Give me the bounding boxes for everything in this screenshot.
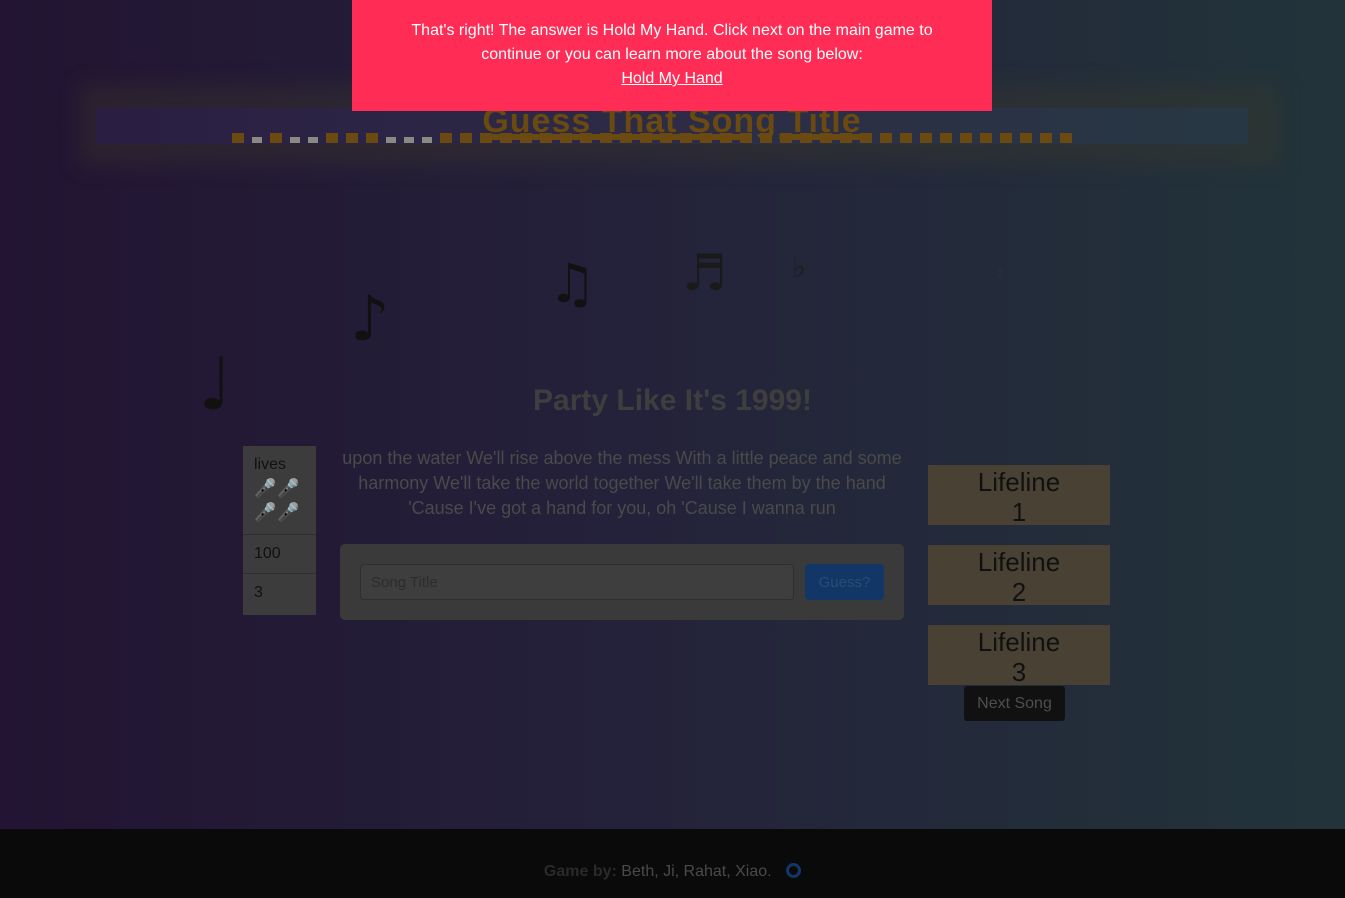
stats-panel: lives 🎤🎤🎤🎤 100 3 (243, 446, 316, 615)
correct-answer-toast: That's right! The answer is Hold My Hand… (352, 0, 992, 111)
lifeline-label: Lifeline (977, 627, 1061, 657)
microphone-icon: 🎤🎤🎤🎤 (254, 478, 301, 522)
footer-by-label: Game by: (543, 863, 617, 880)
sixteenth-notes-icon: ♬ (682, 244, 727, 302)
lifeline-3-button[interactable]: Lifeline 3 (928, 625, 1110, 687)
header-lights (232, 133, 1112, 145)
lifeline-label: Lifeline (977, 547, 1061, 577)
natural-icon: ♮ (996, 262, 1004, 287)
lives-label: lives (254, 456, 287, 473)
guess-form: Guess? (340, 544, 904, 620)
beamed-notes-icon: ♫ (548, 252, 597, 315)
footer: Game by: Beth, Ji, Rahat, Xiao. (0, 829, 1345, 898)
toast-message: That's right! The answer is Hold My Hand… (411, 22, 933, 63)
song-title-input[interactable] (360, 564, 794, 600)
lives-cell: lives 🎤🎤🎤🎤 (243, 446, 316, 535)
lifeline-number: 1 (1011, 497, 1027, 527)
lifeline-number: 2 (1011, 577, 1027, 607)
eighth-note-icon: ♪ (350, 282, 390, 355)
lifeline-2-button[interactable]: Lifeline 2 (928, 545, 1110, 607)
lyrics-text: upon the water We'll rise above the mess… (342, 448, 902, 518)
github-icon[interactable] (786, 863, 802, 878)
song-info-link[interactable]: Hold My Hand (621, 70, 722, 87)
round-value: 3 (254, 584, 263, 601)
lifeline-label: Lifeline (977, 467, 1061, 497)
game-title: Party Like It's 1999! (533, 384, 812, 417)
score-value: 100 (243, 535, 316, 574)
lifeline-1-button[interactable]: Lifeline 1 (928, 465, 1110, 527)
footer-names: Beth, Ji, Rahat, Xiao. (621, 863, 772, 880)
lifeline-number: 3 (1011, 657, 1027, 687)
next-song-button[interactable]: Next Song (964, 686, 1065, 721)
guess-button[interactable]: Guess? (805, 564, 884, 600)
flat-icon: ♭ (792, 250, 807, 285)
